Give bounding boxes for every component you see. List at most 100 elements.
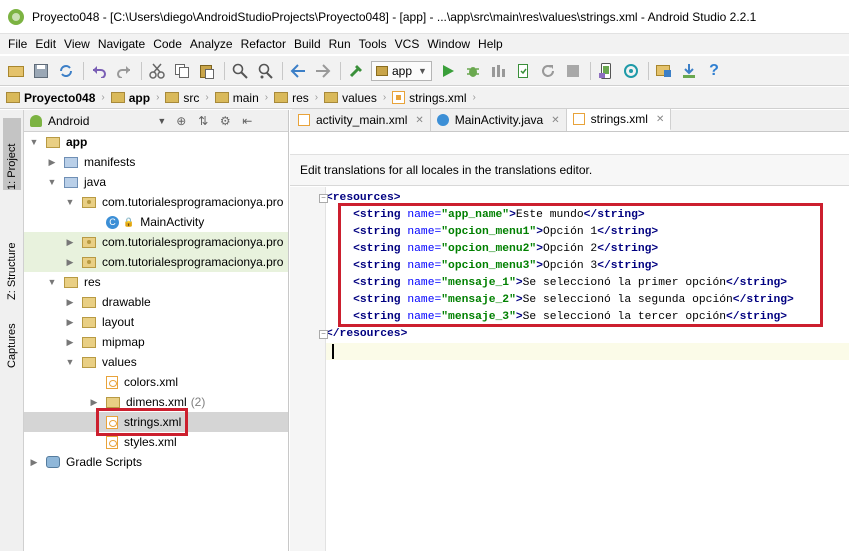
tree-item-values[interactable]: ▼ values bbox=[24, 352, 288, 372]
chevron-right-icon[interactable]: ▶ bbox=[64, 257, 76, 268]
chevron-right-icon[interactable]: ▶ bbox=[88, 397, 100, 408]
collapse-all-icon[interactable]: ⇅ bbox=[196, 114, 210, 128]
menu-window[interactable]: Window bbox=[423, 37, 474, 51]
tree-item-package-test[interactable]: ▶ com.tutorialesprogramacionya.pro bbox=[24, 252, 288, 272]
gradle-icon bbox=[46, 456, 60, 468]
redo-icon[interactable] bbox=[114, 61, 134, 81]
folder-icon bbox=[165, 92, 180, 103]
gear-icon[interactable]: ⚙ bbox=[218, 114, 232, 128]
close-icon[interactable]: ✕ bbox=[656, 114, 664, 125]
tree-item-mipmap[interactable]: ▶ mipmap bbox=[24, 332, 288, 352]
breadcrumb-main[interactable]: main › bbox=[214, 90, 268, 105]
run-config-select[interactable]: app ▼ bbox=[371, 60, 432, 81]
menu-run[interactable]: Run bbox=[325, 37, 355, 51]
menu-help[interactable]: Help bbox=[474, 37, 507, 51]
project-structure-icon[interactable] bbox=[654, 61, 674, 81]
chevron-down-icon[interactable]: ▼ bbox=[28, 137, 40, 147]
breadcrumb-src[interactable]: src › bbox=[165, 91, 209, 105]
run-icon[interactable] bbox=[438, 61, 458, 81]
tab-structure[interactable]: Z: Structure bbox=[3, 210, 21, 300]
fold-icon[interactable]: − bbox=[319, 330, 328, 339]
breadcrumb-app[interactable]: app › bbox=[110, 90, 159, 105]
open-folder-icon[interactable] bbox=[6, 61, 26, 81]
tab-captures[interactable]: Captures bbox=[3, 306, 21, 368]
translations-notice[interactable]: Edit translations for all locales in the… bbox=[290, 154, 849, 186]
folder-icon bbox=[214, 92, 229, 103]
sdk-manager-icon[interactable] bbox=[679, 61, 699, 81]
tree-item-label: Gradle Scripts bbox=[66, 455, 143, 469]
make-project-icon[interactable] bbox=[346, 61, 366, 81]
fold-icon[interactable]: − bbox=[319, 194, 328, 203]
chevron-down-icon[interactable]: ▼ bbox=[64, 197, 76, 207]
toolbar-separator bbox=[340, 61, 341, 80]
tree-item-gradle-scripts[interactable]: ▶ Gradle Scripts bbox=[24, 452, 288, 472]
save-icon[interactable] bbox=[31, 61, 51, 81]
chevron-right-icon[interactable]: ▶ bbox=[64, 297, 76, 308]
hide-panel-icon[interactable]: ⇤ bbox=[240, 114, 254, 128]
breadcrumb-label: main bbox=[232, 90, 259, 105]
tab-project[interactable]: 1: Project bbox=[3, 118, 21, 190]
tab-activity-main-xml[interactable]: activity_main.xml ✕ bbox=[292, 109, 431, 131]
menu-analyze[interactable]: Analyze bbox=[186, 37, 237, 51]
tab-strings-xml[interactable]: strings.xml ✕ bbox=[566, 109, 672, 131]
menu-build[interactable]: Build bbox=[290, 37, 325, 51]
menu-tools[interactable]: Tools bbox=[355, 37, 391, 51]
rerun-icon[interactable] bbox=[538, 61, 558, 81]
view-mode-select[interactable]: Android bbox=[48, 114, 89, 128]
chevron-down-icon[interactable]: ▼ bbox=[46, 177, 58, 187]
avd-manager-icon[interactable] bbox=[596, 61, 616, 81]
menu-refactor[interactable]: Refactor bbox=[237, 37, 290, 51]
find-icon[interactable] bbox=[230, 61, 250, 81]
chevron-right-icon[interactable]: ▶ bbox=[64, 237, 76, 248]
paste-icon[interactable] bbox=[197, 61, 217, 81]
chevron-right-icon[interactable]: ▶ bbox=[28, 457, 40, 468]
folder-icon bbox=[82, 296, 96, 308]
chevron-down-icon[interactable]: ▼ bbox=[157, 116, 166, 126]
chevron-right-icon[interactable]: ▶ bbox=[64, 317, 76, 328]
breadcrumb-strings-xml[interactable]: strings.xml › bbox=[392, 91, 476, 105]
stop-icon[interactable] bbox=[563, 61, 583, 81]
resource-folder-icon bbox=[64, 276, 78, 288]
tree-item-layout[interactable]: ▶ layout bbox=[24, 312, 288, 332]
copy-icon[interactable] bbox=[172, 61, 192, 81]
chevron-down-icon[interactable]: ▼ bbox=[46, 277, 58, 287]
chevron-right-icon[interactable]: ▶ bbox=[46, 157, 58, 168]
menu-vcs[interactable]: VCS bbox=[391, 37, 424, 51]
debug-icon[interactable] bbox=[463, 61, 483, 81]
tree-item-package-android-test[interactable]: ▶ com.tutorialesprogramacionya.pro bbox=[24, 232, 288, 252]
breadcrumb-label: app bbox=[128, 90, 151, 105]
undo-icon[interactable] bbox=[89, 61, 109, 81]
cut-icon[interactable] bbox=[147, 61, 167, 81]
apply-changes-icon[interactable] bbox=[513, 61, 533, 81]
close-icon[interactable]: ✕ bbox=[551, 115, 559, 126]
sync-gradle-icon[interactable] bbox=[621, 61, 641, 81]
menu-file[interactable]: File bbox=[4, 37, 31, 51]
menu-edit[interactable]: Edit bbox=[31, 37, 60, 51]
tree-item-drawable[interactable]: ▶ drawable bbox=[24, 292, 288, 312]
breadcrumb-label: res bbox=[292, 90, 309, 105]
replace-icon[interactable] bbox=[255, 61, 275, 81]
attach-debugger-icon[interactable] bbox=[488, 61, 508, 81]
tab-mainactivity-java[interactable]: MainActivity.java ✕ bbox=[430, 109, 567, 131]
breadcrumb-values[interactable]: values › bbox=[324, 91, 386, 105]
tree-item-java[interactable]: ▼ java bbox=[24, 172, 288, 192]
scroll-from-source-icon[interactable]: ⊕ bbox=[174, 114, 188, 128]
breadcrumb-res[interactable]: res › bbox=[274, 91, 318, 105]
sync-icon[interactable] bbox=[56, 61, 76, 81]
tree-item-app[interactable]: ▼ app bbox=[24, 132, 288, 152]
close-icon[interactable]: ✕ bbox=[415, 115, 423, 126]
breadcrumb-project[interactable]: Proyecto048 › bbox=[6, 91, 105, 105]
help-icon[interactable]: ? bbox=[704, 61, 724, 81]
tree-item-res[interactable]: ▼ res bbox=[24, 272, 288, 292]
menu-navigate[interactable]: Navigate bbox=[94, 37, 149, 51]
forward-icon[interactable] bbox=[313, 61, 333, 81]
menu-view[interactable]: View bbox=[60, 37, 94, 51]
chevron-right-icon[interactable]: ▶ bbox=[64, 337, 76, 348]
tree-item-mainactivity[interactable]: C 🔒 MainActivity bbox=[24, 212, 288, 232]
chevron-down-icon[interactable]: ▼ bbox=[64, 357, 76, 367]
tree-item-manifests[interactable]: ▶ manifests bbox=[24, 152, 288, 172]
tree-item-package[interactable]: ▼ com.tutorialesprogramacionya.pro bbox=[24, 192, 288, 212]
back-icon[interactable] bbox=[288, 61, 308, 81]
menu-code[interactable]: Code bbox=[149, 37, 186, 51]
tree-item-colors-xml[interactable]: colors.xml bbox=[24, 372, 288, 392]
